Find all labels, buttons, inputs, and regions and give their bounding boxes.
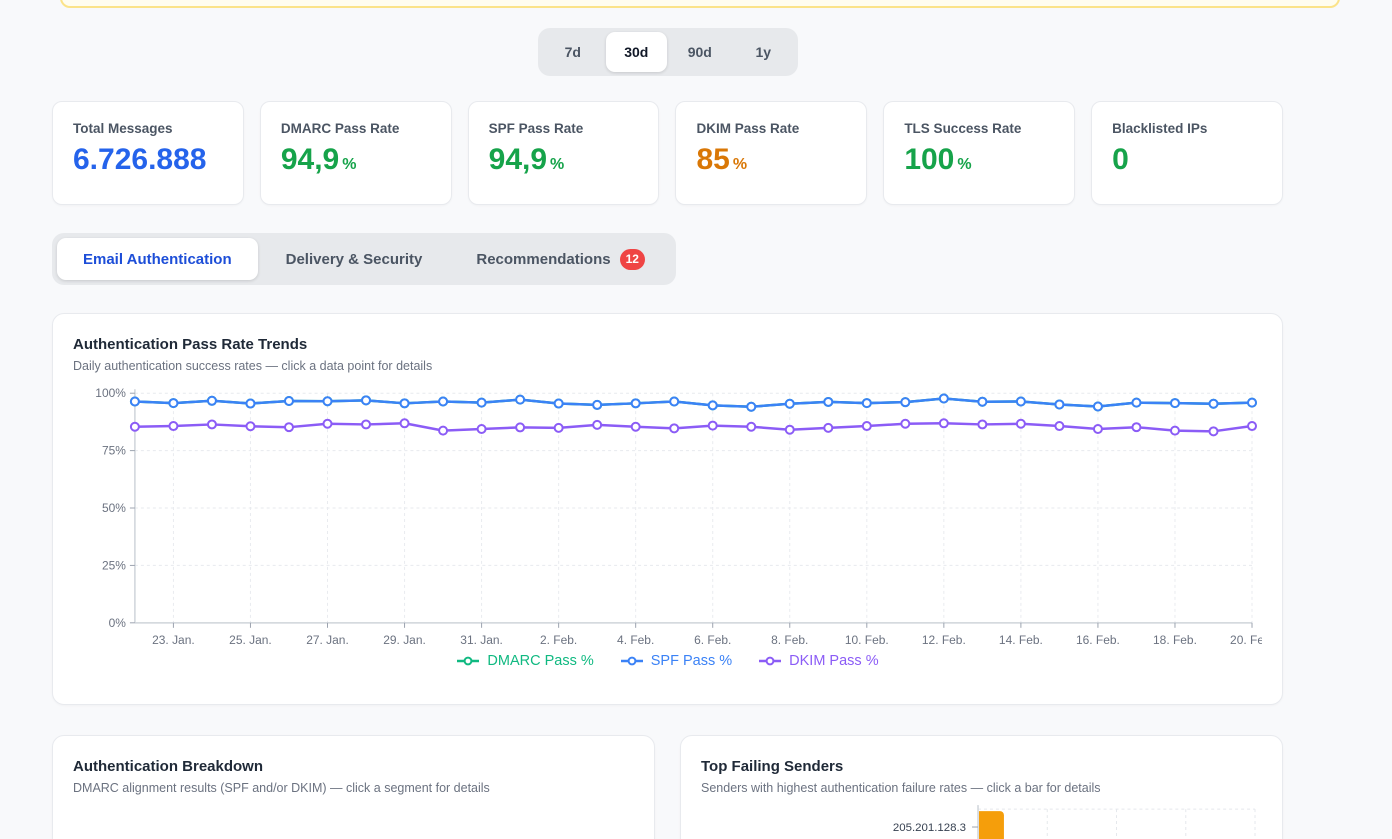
time-range-selector: 7d 30d 90d 1y <box>538 28 798 76</box>
stat-total-messages: Total Messages 6.726.888 <box>52 101 244 205</box>
tab-email-authentication[interactable]: Email Authentication <box>57 238 258 280</box>
svg-text:31. Jan.: 31. Jan. <box>460 633 503 647</box>
warning-banner-cutoff <box>60 0 1340 8</box>
legend-marker-icon <box>620 656 644 666</box>
bottom-cards-row: Authentication Breakdown DMARC alignment… <box>52 735 1283 839</box>
range-30d-button[interactable]: 30d <box>606 32 668 72</box>
failing-card-subtitle: Senders with highest authentication fail… <box>701 781 1262 795</box>
breakdown-card-title: Authentication Breakdown <box>73 758 634 775</box>
legend-item[interactable]: SPF Pass % <box>620 653 732 669</box>
failing-card-title: Top Failing Senders <box>701 758 1262 775</box>
svg-text:50%: 50% <box>102 501 126 515</box>
stat-label: Total Messages <box>73 121 223 136</box>
svg-text:14. Feb.: 14. Feb. <box>999 633 1043 647</box>
breakdown-card-subtitle: DMARC alignment results (SPF and/or DKIM… <box>73 781 634 795</box>
svg-text:12. Feb.: 12. Feb. <box>922 633 966 647</box>
legend-item[interactable]: DMARC Pass % <box>456 653 593 669</box>
svg-text:2. Feb.: 2. Feb. <box>540 633 577 647</box>
stat-label: TLS Success Rate <box>904 121 1054 136</box>
svg-text:18. Feb.: 18. Feb. <box>1153 633 1197 647</box>
stat-label: DMARC Pass Rate <box>281 121 431 136</box>
svg-text:8. Feb.: 8. Feb. <box>771 633 808 647</box>
stat-value: 6.726.888 <box>73 145 223 175</box>
svg-text:23. Jan.: 23. Jan. <box>152 633 195 647</box>
trend-card-subtitle: Daily authentication success rates — cli… <box>73 359 1262 373</box>
stat-blacklisted-ips: Blacklisted IPs 0 <box>1091 101 1283 205</box>
svg-text:29. Jan.: 29. Jan. <box>383 633 426 647</box>
svg-text:0%: 0% <box>109 616 127 630</box>
main-tabs: Email Authentication Delivery & Security… <box>52 233 676 285</box>
range-90d-button[interactable]: 90d <box>669 32 731 72</box>
range-1y-button[interactable]: 1y <box>733 32 795 72</box>
top-failing-senders-bar-chart[interactable]: 205.201.128.3 <box>701 803 1262 839</box>
recommendations-count-badge: 12 <box>620 249 645 270</box>
legend-marker-icon <box>456 656 480 666</box>
stat-spf-pass-rate: SPF Pass Rate 94,9% <box>468 101 660 205</box>
svg-text:4. Feb.: 4. Feb. <box>617 633 654 647</box>
top-failing-senders-card: Top Failing Senders Senders with highest… <box>680 735 1283 839</box>
stat-label: DKIM Pass Rate <box>696 121 846 136</box>
authentication-breakdown-card: Authentication Breakdown DMARC alignment… <box>52 735 655 839</box>
legend-marker-icon <box>758 656 782 666</box>
svg-text:25. Jan.: 25. Jan. <box>229 633 272 647</box>
stat-value: 94,9% <box>489 145 639 175</box>
legend-item[interactable]: DKIM Pass % <box>758 653 878 669</box>
trend-card-title: Authentication Pass Rate Trends <box>73 336 1262 353</box>
trend-line-chart[interactable]: 0% 25% 50% 75% 100% 23. Jan. 25. Jan. 27. Jan. 2… <box>73 381 1262 653</box>
svg-text:75%: 75% <box>102 444 126 458</box>
tab-recommendations-label: Recommendations <box>476 251 610 268</box>
svg-text:20. Feb.: 20. Feb. <box>1230 633 1262 647</box>
stat-value: 100% <box>904 145 1054 175</box>
stat-value: 0 <box>1112 145 1262 175</box>
svg-text:27. Jan.: 27. Jan. <box>306 633 349 647</box>
tab-delivery-security[interactable]: Delivery & Security <box>260 238 449 280</box>
stat-dkim-pass-rate: DKIM Pass Rate 85% <box>675 101 867 205</box>
svg-text:6. Feb.: 6. Feb. <box>694 633 731 647</box>
stat-value: 94,9% <box>281 145 431 175</box>
stat-value: 85% <box>696 145 846 175</box>
tab-recommendations[interactable]: Recommendations 12 <box>450 238 671 280</box>
dashboard-page: 7d 30d 90d 1y Total Messages 6.726.888 D… <box>0 0 1392 839</box>
stats-row: Total Messages 6.726.888 DMARC Pass Rate… <box>52 101 1283 205</box>
auth-pass-rate-trends-card: Authentication Pass Rate Trends Daily au… <box>52 313 1283 705</box>
stat-label: SPF Pass Rate <box>489 121 639 136</box>
svg-text:100%: 100% <box>95 386 126 400</box>
trend-chart-legend: DMARC Pass % SPF Pass % DKIM Pass % <box>73 653 1262 669</box>
svg-text:25%: 25% <box>102 558 126 572</box>
stat-tls-success-rate: TLS Success Rate 100% <box>883 101 1075 205</box>
svg-text:205.201.128.3: 205.201.128.3 <box>893 822 966 834</box>
stat-label: Blacklisted IPs <box>1112 121 1262 136</box>
svg-text:16. Feb.: 16. Feb. <box>1076 633 1120 647</box>
svg-text:10. Feb.: 10. Feb. <box>845 633 889 647</box>
stat-dmarc-pass-rate: DMARC Pass Rate 94,9% <box>260 101 452 205</box>
range-7d-button[interactable]: 7d <box>542 32 604 72</box>
